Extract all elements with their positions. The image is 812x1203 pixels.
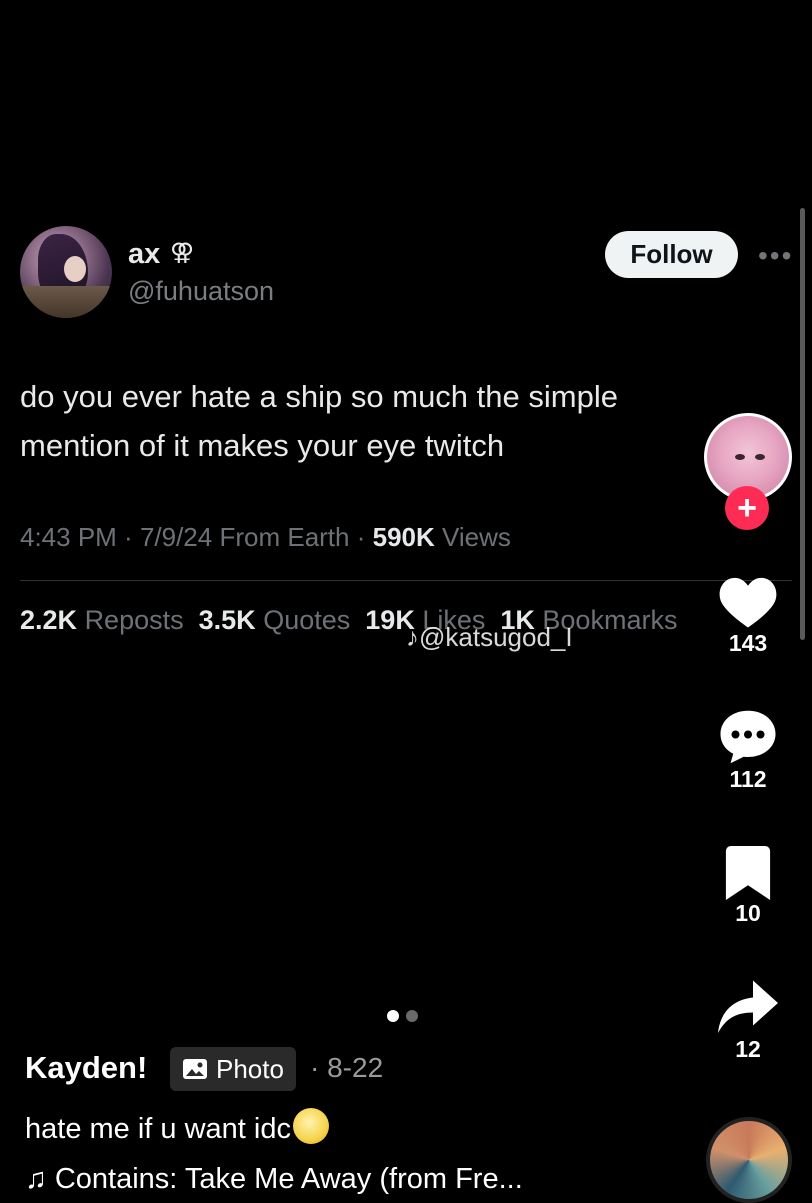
carousel-dot[interactable] <box>406 1010 418 1022</box>
watermark-handle: @katsugod_I <box>419 622 573 652</box>
tweet-date: 7/9/24 <box>139 522 213 552</box>
caption-text: hate me if u want idc <box>25 1113 291 1145</box>
carousel-indicator <box>387 1009 425 1027</box>
reposts-label: Reposts <box>84 605 184 635</box>
tweet-time: 4:43 PM <box>20 522 117 552</box>
follow-button[interactable]: Follow <box>605 231 738 278</box>
save-button[interactable]: 10 <box>713 846 783 927</box>
music-info[interactable]: ♫ Contains: Take Me Away (from Fre... <box>25 1163 523 1196</box>
tweet-text-line-2: mention of it makes your eye twitch <box>20 428 505 463</box>
comment-icon <box>713 708 783 766</box>
save-count: 10 <box>735 900 761 926</box>
tweet-text: do you ever hate a ship so much the simp… <box>20 372 720 470</box>
tweet-stats: 2.2K Reposts 3.5K Quotes 19K Likes 1K Bo… <box>20 605 677 636</box>
comment-count: 112 <box>729 766 767 792</box>
photo-badge: Photo <box>170 1047 296 1091</box>
moon-face-emoji-icon <box>292 1108 329 1144</box>
share-count: 12 <box>735 1036 761 1062</box>
follow-plus-button[interactable]: + <box>725 486 769 530</box>
views-label: Views <box>442 522 511 552</box>
double-venus-icon: ⚢ <box>170 239 195 266</box>
tweet-location: From Earth <box>219 522 350 552</box>
post-author-name[interactable]: Kayden! <box>25 1050 147 1086</box>
tweet-display-name[interactable]: ax <box>128 238 160 271</box>
reposts-count: 2.2K <box>20 605 78 635</box>
quotes-label: Quotes <box>263 605 351 635</box>
views-count: 590K <box>372 522 435 552</box>
tweet-handle[interactable]: @fuhuatson <box>128 276 274 307</box>
sound-disc[interactable] <box>706 1117 792 1203</box>
tweet-meta: 4:43 PM · 7/9/24 From Earth · 590K Views <box>20 522 511 552</box>
share-arrow-icon <box>713 980 783 1036</box>
like-count: 143 <box>728 630 768 656</box>
divider <box>20 580 792 581</box>
post-date: · 8-22 <box>310 1052 384 1083</box>
scrollbar[interactable] <box>800 208 805 640</box>
tiktok-icon: ♪ <box>406 622 419 652</box>
bookmark-icon <box>713 846 783 900</box>
carousel-dot-active[interactable] <box>387 1010 399 1022</box>
heart-icon <box>713 574 783 630</box>
photo-icon <box>183 1059 207 1079</box>
photo-badge-label: Photo <box>216 1053 284 1084</box>
music-note-icon: ♫ <box>25 1163 47 1195</box>
like-button[interactable]: 143 <box>713 574 783 657</box>
post-caption[interactable]: hate me if u want idc <box>25 1108 329 1146</box>
tweet-author-avatar[interactable] <box>20 226 112 318</box>
quotes-count: 3.5K <box>198 605 256 635</box>
tweet-text-line-1: do you ever hate a ship so much the simp… <box>20 379 618 414</box>
comment-button[interactable]: 112 <box>713 708 783 793</box>
tiktok-watermark: ♪@katsugod_I <box>406 622 573 653</box>
music-title: Contains: Take Me Away (from Fre... <box>54 1163 523 1195</box>
share-button[interactable]: 12 <box>713 980 783 1063</box>
more-options-icon[interactable]: ••• <box>758 240 793 272</box>
